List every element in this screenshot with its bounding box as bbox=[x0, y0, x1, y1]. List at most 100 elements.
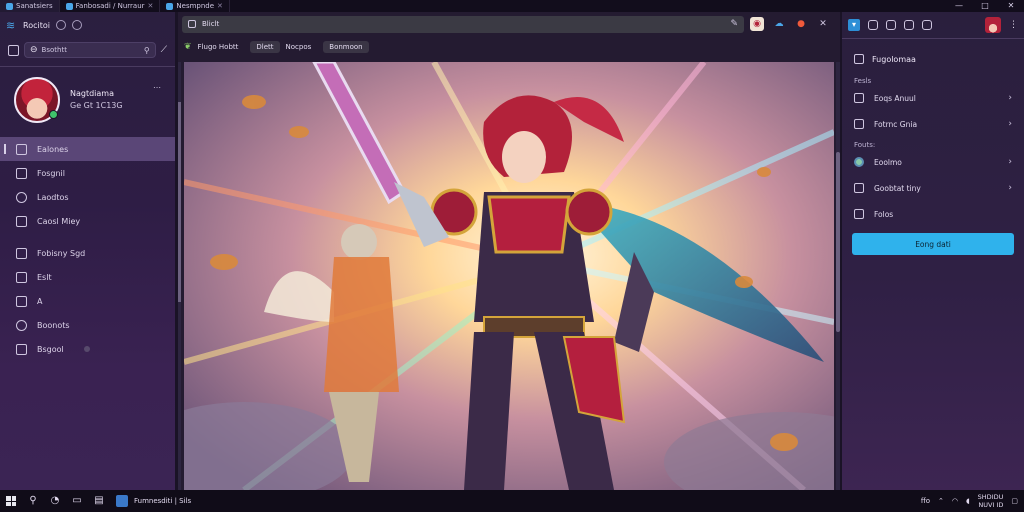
sidebar-search-row: ⊖ ⚲ ⟋ bbox=[0, 38, 175, 62]
sidebar-item-bsgool[interactable]: Bsgool bbox=[0, 337, 175, 361]
panel-item-fotrnc-gnia[interactable]: Fotrnc Gnia › bbox=[842, 111, 1024, 137]
sidebar-item-label: Fobisny Sgd bbox=[37, 248, 86, 258]
address-text: Bliclt bbox=[202, 20, 220, 28]
left-scrollbar[interactable] bbox=[178, 62, 181, 490]
panel-item-label: Goobtat tiny bbox=[874, 183, 921, 193]
wifi-icon[interactable]: ◠ bbox=[952, 497, 958, 505]
browser-tab-1[interactable]: Sanatsiers bbox=[0, 0, 60, 12]
breadcrumb-item[interactable]: Flugo Hobtt bbox=[198, 41, 245, 53]
widgets-icon[interactable]: ◔ bbox=[50, 496, 60, 506]
address-bar[interactable]: Bliclt ✎ bbox=[182, 15, 744, 33]
sidebar-item-boonots[interactable]: Boonots bbox=[0, 313, 175, 337]
sidebar-item-label: Bsgool bbox=[37, 344, 64, 354]
close-tab-icon[interactable]: ✕ bbox=[148, 2, 154, 10]
book-icon bbox=[16, 143, 27, 155]
anime-warrior-artwork bbox=[184, 62, 834, 490]
camera-icon[interactable] bbox=[904, 20, 914, 30]
right-panel: ▾ ⋮ Fugolomaa Fesls Eoqs Anuul › Fotrnc … bbox=[842, 12, 1024, 490]
chevron-up-icon[interactable]: ⌃ bbox=[938, 497, 944, 505]
sidebar-item-fosgnil[interactable]: Fosgnil bbox=[0, 161, 175, 185]
sidebar-item-ealones[interactable]: Ealones bbox=[0, 137, 175, 161]
pin-icon[interactable]: ⟋ bbox=[161, 45, 167, 55]
search-icon[interactable]: ⚲ bbox=[28, 496, 38, 506]
cloud-extension-icon[interactable]: ☁ bbox=[772, 17, 786, 31]
tag-icon bbox=[854, 93, 864, 103]
maximize-button[interactable]: □ bbox=[972, 0, 998, 12]
sidebar-item-label: Caosl Miey bbox=[37, 216, 81, 226]
sidebar-item-laodtos[interactable]: Laodtos bbox=[0, 185, 175, 209]
app-icon bbox=[166, 2, 174, 10]
chat-icon[interactable] bbox=[886, 20, 896, 30]
volume-icon[interactable]: ◖ bbox=[966, 497, 970, 505]
tray-status: ffo bbox=[920, 497, 930, 505]
calendar-icon[interactable] bbox=[922, 20, 932, 30]
right-toolbar: ▾ ⋮ bbox=[842, 12, 1024, 38]
panel-title: Fugolomaa bbox=[872, 54, 916, 64]
sidebar-item-a[interactable]: A bbox=[0, 289, 175, 313]
taskbar-app[interactable]: Fumnesditi | Sils bbox=[116, 495, 191, 507]
sidebar-item-eslt[interactable]: Eslt bbox=[0, 265, 175, 289]
app-icon bbox=[65, 2, 73, 10]
chat-icon bbox=[16, 215, 27, 227]
breadcrumb-item[interactable]: Bonmoon bbox=[323, 41, 369, 53]
breadcrumb-item[interactable]: Dlett bbox=[250, 41, 280, 53]
sidebar-nav: Ealones Fosgnil Laodtos Caosl Miey Fobis… bbox=[0, 137, 175, 361]
panel-item-goobtat-tiny[interactable]: Goobtat tiny › bbox=[842, 175, 1024, 201]
image-icon bbox=[854, 157, 864, 167]
profile-status: Ge Gt 1C13G bbox=[70, 101, 123, 110]
close-tab-icon[interactable]: ✕ bbox=[217, 2, 223, 10]
filter-icon[interactable]: ▾ bbox=[848, 19, 860, 31]
start-menu-icon[interactable] bbox=[6, 496, 16, 506]
clock[interactable]: SHDIDU NUVI ID bbox=[978, 493, 1004, 509]
panel-item-eoqs-anuul[interactable]: Eoqs Anuul › bbox=[842, 85, 1024, 111]
sidebar-item-label: Eslt bbox=[37, 272, 52, 282]
magnifier-icon[interactable]: ⚲ bbox=[144, 46, 150, 55]
user-profile[interactable]: Nagtdiama Ge Gt 1C13G ⋯ bbox=[0, 67, 175, 131]
sidebar-item-label: Boonots bbox=[37, 320, 70, 330]
artwork-canvas bbox=[184, 62, 834, 490]
chevron-right-icon: › bbox=[1008, 93, 1012, 103]
profile-menu-icon[interactable]: ⋯ bbox=[153, 83, 161, 92]
minimize-button[interactable]: — bbox=[946, 0, 972, 12]
files-icon[interactable]: ▤ bbox=[94, 496, 104, 506]
taskbar-app-label: Fumnesditi | Sils bbox=[134, 497, 192, 505]
right-scrollbar[interactable] bbox=[836, 62, 840, 490]
settings-icon[interactable] bbox=[55, 20, 66, 30]
tools-extension-icon[interactable]: ✕ bbox=[816, 17, 830, 31]
sidebar-search[interactable]: ⊖ ⚲ bbox=[24, 42, 156, 58]
alert-icon[interactable] bbox=[868, 20, 878, 30]
sidebar-item-label: Fosgnil bbox=[37, 168, 65, 178]
panel-item-eoolmo[interactable]: Eoolmo › bbox=[842, 149, 1024, 175]
primary-action-button[interactable]: Eong dati bbox=[852, 233, 1014, 255]
notification-icon[interactable]: ▢ bbox=[1011, 497, 1018, 505]
search-input[interactable] bbox=[41, 46, 122, 54]
panel-item-folos[interactable]: Folos bbox=[842, 201, 1024, 227]
close-button[interactable]: ✕ bbox=[998, 0, 1024, 12]
sidebar-item-fobisny-sgd[interactable]: Fobisny Sgd bbox=[0, 241, 175, 265]
breadcrumb-item[interactable]: Nocpos bbox=[286, 41, 318, 53]
more-icon[interactable]: ⋮ bbox=[1009, 20, 1018, 30]
sync-icon[interactable] bbox=[71, 20, 82, 30]
chevron-right-icon: › bbox=[1008, 157, 1012, 167]
task-view-icon[interactable]: ▭ bbox=[72, 496, 82, 506]
panel-item-label: Eoolmo bbox=[874, 157, 902, 167]
bookmark-icon[interactable] bbox=[8, 44, 19, 56]
browser-tab-2[interactable]: Fanbosadi / Nurraur ✕ bbox=[60, 0, 161, 12]
section-label: Fouts: bbox=[854, 141, 876, 149]
notification-extension-icon[interactable]: ● bbox=[794, 17, 808, 31]
user-avatar[interactable] bbox=[985, 17, 1001, 33]
brush-icon[interactable]: ✎ bbox=[730, 19, 738, 29]
note-icon bbox=[16, 343, 27, 355]
extensions: ◉ ☁ ● ✕ bbox=[750, 17, 830, 31]
profile-extension-icon[interactable]: ◉ bbox=[750, 17, 764, 31]
sidebar-item-caosl-miey[interactable]: Caosl Miey bbox=[0, 209, 175, 233]
browser-tab-3[interactable]: Nesmpnde ✕ bbox=[160, 0, 230, 12]
sidebar-item-label: Ealones bbox=[37, 144, 69, 154]
clock-date: NUVI ID bbox=[978, 501, 1004, 509]
link-icon bbox=[16, 167, 27, 179]
sidebar-item-label: Laodtos bbox=[37, 192, 69, 202]
file-icon bbox=[16, 271, 27, 283]
profile-name: Nagtdiama bbox=[70, 89, 114, 98]
tab-label: Nesmpnde bbox=[176, 2, 215, 10]
image-viewer: Bliclt ✎ ◉ ☁ ● ✕ ❦ Flugo Hobtt Dlett Noc… bbox=[178, 12, 840, 490]
